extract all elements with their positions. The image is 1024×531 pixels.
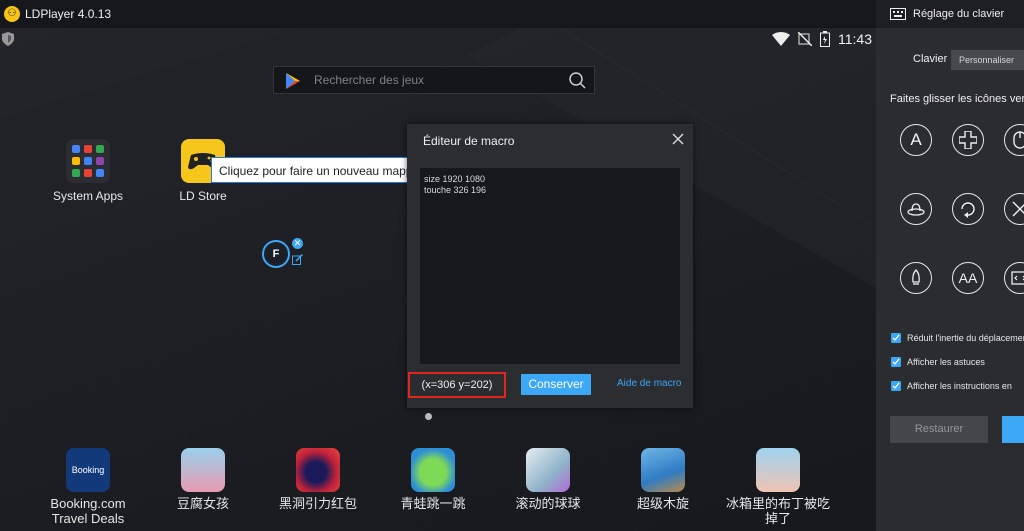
frog-icon [411,448,455,492]
inertia-checkbox[interactable] [891,333,901,343]
keyboard-label: Clavier [913,53,948,65]
system-apps-folder-icon [66,139,110,183]
dock-app-rolling-ball[interactable]: 滚动的球球 [493,448,603,511]
edit-icon[interactable] [292,254,303,265]
wifi-icon [772,32,790,46]
crosshair-icon[interactable] [1004,193,1024,225]
keyboard-settings-panel: Réglage du clavier Clavier Personnaliser… [876,0,1024,531]
close-icon[interactable] [671,132,685,146]
macro-editor-dialog: Éditeur de macro size 1920 1080 touche 3… [407,124,693,408]
panel-title: Réglage du clavier [913,8,1005,20]
title-bar: ⚇ LDPlayer 4.0.13 [0,0,876,28]
status-bar: 11:43 [772,30,872,48]
key-a-icon[interactable]: A [900,124,932,156]
search-icon[interactable] [568,71,586,89]
restore-button[interactable]: Restaurer [890,416,988,443]
search-placeholder: Rechercher des jeux [314,73,425,87]
inertia-label: Réduit l'inertie du déplacement [907,333,1024,343]
no-signal-icon [798,32,812,46]
dpad-icon[interactable] [952,124,984,156]
dock-app-booking[interactable]: Booking Booking.com Travel Deals [33,448,143,526]
dialog-title: Éditeur de macro [423,134,515,148]
app-label: LD Store [179,189,227,203]
panel-header: Réglage du clavier [876,0,1024,28]
macro-help-link[interactable]: Aide de macro [617,378,681,389]
multi-key-icon[interactable]: AA [952,262,984,294]
app-system-apps[interactable]: System Apps [48,139,128,203]
wooden-spin-icon [641,448,685,492]
app-label: 滚动的球球 [515,496,581,511]
mouse-icon[interactable] [1004,124,1024,156]
play-store-icon [286,73,300,89]
macro-script-editor[interactable]: size 1920 1080 touche 326 196 [420,168,680,364]
macro-icon[interactable] [1004,262,1024,294]
app-label: 冰箱里的布丁被吃掉了 [725,496,830,526]
new-mapping-tooltip[interactable]: Cliquez pour faire un nouveau mappage [211,157,411,183]
dock-app-black-hole[interactable]: 黑洞引力红包 [263,448,373,511]
instructions-label: Afficher les instructions en [907,381,1012,391]
black-hole-icon [296,448,340,492]
drag-hint: Faites glisser les icônes vers [890,93,1024,105]
battery-icon [820,31,830,47]
instructions-checkbox[interactable] [891,381,901,391]
app-label: System Apps [52,189,124,203]
game-search-bar[interactable]: Rechercher des jeux [273,66,595,94]
app-label: 超级木旋 [636,496,689,511]
rolling-ball-icon [526,448,570,492]
macro-line: size 1920 1080 [424,174,486,184]
pudding-icon [756,448,800,492]
hat-icon[interactable] [900,193,932,225]
close-icon[interactable]: ✕ [292,238,303,249]
tips-label: Afficher les astuces [907,357,985,367]
app-title: LDPlayer 4.0.13 [25,7,112,21]
keyboard-icon [890,8,906,20]
dock-app-tofu-girl[interactable]: 豆腐女孩 [148,448,258,511]
booking-icon: Booking [66,448,110,492]
rocket-icon[interactable] [900,262,932,294]
app-label: 青蛙跳一跳 [400,496,466,511]
tips-checkbox[interactable] [891,357,901,367]
page-indicator-dot [425,413,432,420]
customize-button[interactable]: Personnaliser [951,50,1024,70]
dock-app-wooden-spin[interactable]: 超级木旋 [608,448,718,511]
ldplayer-logo-icon: ⚇ [4,6,20,22]
apply-button[interactable] [1002,416,1024,443]
app-label: 黑洞引力红包 [278,496,357,511]
status-time: 11:43 [838,31,872,47]
macro-line: touche 326 196 [424,185,487,195]
app-label: Booking.com Travel Deals [50,496,126,526]
cursor-coordinates: (x=306 y=202) [408,372,506,398]
rotate-icon[interactable] [952,193,984,225]
save-button[interactable]: Conserver [521,374,591,395]
dock-app-frog-jump[interactable]: 青蛙跳一跳 [378,448,488,511]
tofu-girl-icon [181,448,225,492]
app-label: 豆腐女孩 [176,496,229,511]
dock-app-pudding[interactable]: 冰箱里的布丁被吃掉了 [723,448,833,526]
key-mapping-f[interactable]: F [262,240,290,268]
shield-icon [2,32,14,46]
